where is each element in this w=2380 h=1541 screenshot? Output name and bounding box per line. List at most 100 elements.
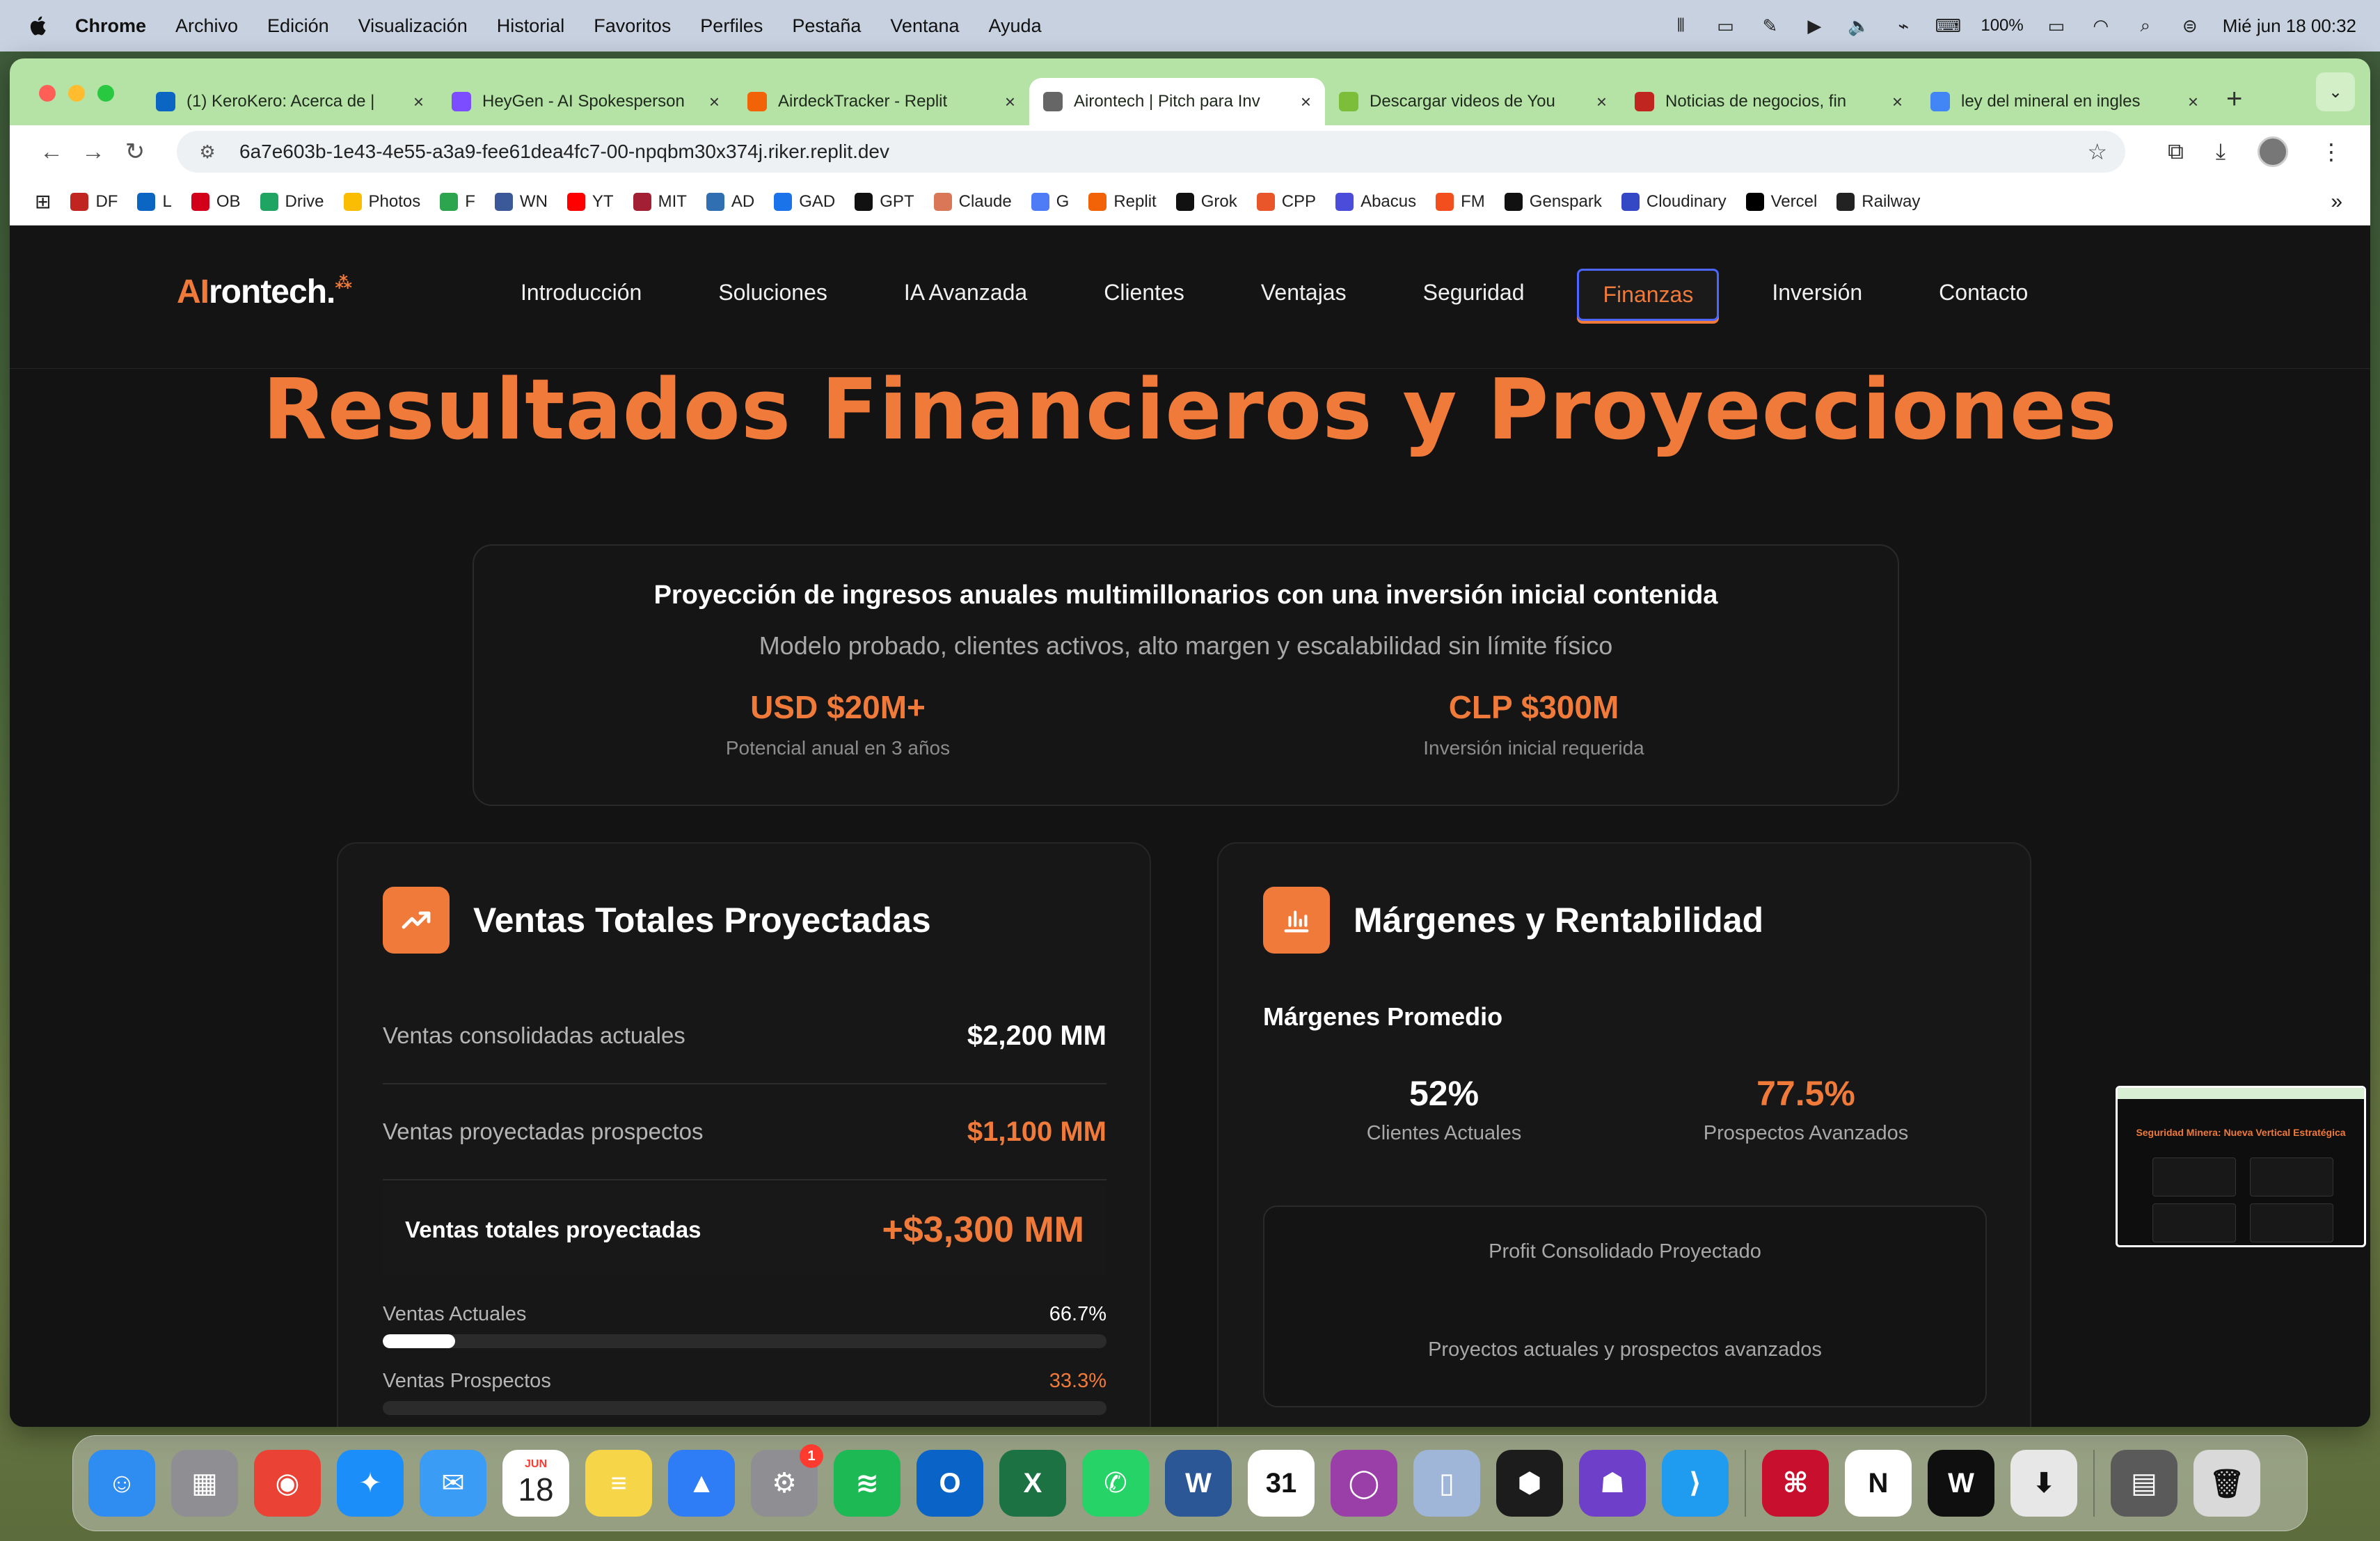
spotify-icon[interactable]: ≋ [834, 1450, 901, 1517]
replit-app-icon[interactable]: ⬢ [1496, 1450, 1563, 1517]
menu-edicion[interactable]: Edición [267, 15, 329, 37]
notes-icon[interactable]: ≡ [585, 1450, 652, 1517]
battery-icon[interactable]: ▭ [2045, 15, 2068, 36]
spotlight-search-icon[interactable]: ⌕ [2134, 15, 2157, 36]
close-tab-icon[interactable]: × [413, 91, 424, 113]
close-tab-icon[interactable]: × [1892, 91, 1903, 113]
nav-clientes[interactable]: Clientes [1080, 269, 1208, 321]
bookmark-item[interactable]: WN [494, 192, 548, 212]
more-bookmarks-icon[interactable]: » [2331, 190, 2342, 214]
menu-pestana[interactable]: Pestaña [792, 15, 861, 37]
bookmark-item[interactable]: Abacus [1335, 192, 1416, 212]
airontech-logo[interactable]: AIrontech.⁂ [177, 273, 352, 311]
bookmark-star-icon[interactable]: ☆ [2087, 139, 2107, 165]
menubar-clock[interactable]: Mié jun 18 00:32 [2223, 15, 2356, 37]
bookmark-item[interactable]: OB [191, 192, 241, 212]
bookmark-item[interactable]: YT [566, 192, 614, 212]
nav-ventajas[interactable]: Ventajas [1237, 269, 1370, 321]
downloads-stack-icon[interactable]: ▤ [2111, 1450, 2177, 1517]
bookmark-item[interactable]: F [440, 192, 475, 212]
vscode-icon[interactable]: ⟩ [1662, 1450, 1729, 1517]
browser-tab[interactable]: Descargar videos de You × [1325, 78, 1621, 125]
bookmark-item[interactable]: AD [706, 192, 754, 212]
browser-tab[interactable]: Noticias de negocios, fin × [1621, 78, 1917, 125]
zoom-window-button[interactable] [97, 85, 114, 102]
url-text[interactable]: 6a7e603b-1e43-4e55-a3a9-fee61dea4fc7-00-… [239, 141, 889, 163]
bookmark-item[interactable]: Photos [343, 192, 420, 212]
word-icon[interactable]: W [1165, 1450, 1232, 1517]
volume-icon[interactable]: 🔈 [1847, 15, 1871, 36]
browser-tab[interactable]: Airontech | Pitch para Inv × [1029, 78, 1325, 125]
nav-ia-avanzada[interactable]: IA Avanzada [880, 269, 1051, 321]
forward-button[interactable]: → [72, 139, 114, 166]
nav-contacto[interactable]: Contacto [1915, 269, 2052, 321]
close-tab-icon[interactable]: × [709, 91, 720, 113]
outlook-icon[interactable]: O [917, 1450, 983, 1517]
installer-icon[interactable]: ⬇ [2010, 1450, 2077, 1517]
nav-inversion[interactable]: Inversión [1748, 269, 1886, 321]
menu-ayuda[interactable]: Ayuda [989, 15, 1042, 37]
bookmark-item[interactable]: Cloudinary [1621, 192, 1727, 212]
menu-ventana[interactable]: Ventana [890, 15, 959, 37]
menu-historial[interactable]: Historial [497, 15, 565, 37]
extensions-icon[interactable]: ⧉ [2168, 139, 2184, 165]
nav-finanzas[interactable]: Finanzas [1577, 269, 1720, 321]
notion-icon[interactable]: N [1845, 1450, 1912, 1517]
address-bar[interactable]: ⚙ 6a7e603b-1e43-4e55-a3a9-fee61dea4fc7-0… [177, 131, 2125, 173]
iphone-mirroring-icon[interactable]: ▯ [1413, 1450, 1480, 1517]
bookmark-item[interactable]: Grok [1175, 192, 1237, 212]
pen-app-icon[interactable]: ✎ [1758, 15, 1782, 36]
menu-visualizacion[interactable]: Visualización [358, 15, 468, 37]
bookmark-item[interactable]: Vercel [1745, 192, 1817, 212]
bluetooth-off-icon[interactable]: ⌁ [1891, 15, 1915, 36]
excel-icon[interactable]: X [999, 1450, 1066, 1517]
github-desktop-icon[interactable]: ☗ [1579, 1450, 1646, 1517]
bookmark-item[interactable]: Genspark [1504, 192, 1602, 212]
menu-archivo[interactable]: Archivo [175, 15, 238, 37]
browser-tab[interactable]: ley del mineral en ingles × [1917, 78, 2212, 125]
bookmark-item[interactable]: GPT [855, 192, 914, 212]
download-icon[interactable]: ⤓ [2216, 139, 2226, 165]
bookmark-item[interactable]: Claude [933, 192, 1012, 212]
keynote-icon[interactable]: ▲ [668, 1450, 735, 1517]
finder-icon[interactable]: ☺ [88, 1450, 155, 1517]
nav-introduccion[interactable]: Introducción [497, 269, 665, 321]
profile-avatar[interactable] [2258, 136, 2288, 167]
screen-share-icon[interactable]: ▭ [1713, 15, 1737, 36]
tab-search-button[interactable]: ⌄ [2316, 72, 2355, 111]
bookmark-item[interactable]: CPP [1256, 192, 1316, 212]
bookmark-item[interactable]: MIT [633, 192, 687, 212]
launchpad-icon[interactable]: ▦ [171, 1450, 238, 1517]
control-center-icon[interactable]: ⊜ [2178, 15, 2202, 36]
bookmark-item[interactable]: L [137, 192, 172, 212]
nav-soluciones[interactable]: Soluciones [695, 269, 851, 321]
play-circle-icon[interactable]: ▶ [1802, 15, 1826, 36]
menu-favoritos[interactable]: Favoritos [594, 15, 671, 37]
keyboard-icon[interactable]: ⌨ [1935, 15, 1962, 36]
apple-menu-icon[interactable] [28, 15, 47, 36]
site-info-icon[interactable]: ⚙ [187, 141, 228, 163]
chrome-menu-icon[interactable]: ⋮ [2320, 139, 2342, 165]
back-button[interactable]: ← [31, 139, 72, 166]
screenshot-thumbnail-preview[interactable]: Seguridad Minera: Nueva Vertical Estraté… [2116, 1086, 2366, 1247]
bookmark-item[interactable]: GAD [774, 192, 835, 212]
audio-waveform-icon[interactable]: ⦀ [1669, 15, 1692, 36]
wifi-icon[interactable]: ◠ [2089, 15, 2113, 36]
webex-icon[interactable]: W [1928, 1450, 1994, 1517]
chrome-icon[interactable]: ◉ [254, 1450, 321, 1517]
screen-recorder-icon[interactable]: ◯ [1331, 1450, 1397, 1517]
apps-grid-icon[interactable]: ⊞ [35, 190, 51, 213]
close-window-button[interactable] [39, 85, 56, 102]
safari-icon[interactable]: ✦ [337, 1450, 404, 1517]
bookmark-item[interactable]: Replit [1088, 192, 1157, 212]
mail-icon[interactable]: ✉ [420, 1450, 486, 1517]
bookmark-item[interactable]: DF [70, 192, 118, 212]
trash-icon[interactable]: 🗑 [2193, 1450, 2260, 1517]
system-settings-icon[interactable]: ⚙ 1 [751, 1444, 823, 1517]
close-tab-icon[interactable]: × [1596, 91, 1607, 113]
calendar-icon[interactable]: JUN 18 [502, 1450, 569, 1517]
acrobat-icon[interactable]: ⌘ [1762, 1450, 1829, 1517]
menu-app-name[interactable]: Chrome [75, 15, 146, 37]
minimize-window-button[interactable] [68, 85, 85, 102]
bookmark-item[interactable]: Railway [1836, 192, 1920, 212]
